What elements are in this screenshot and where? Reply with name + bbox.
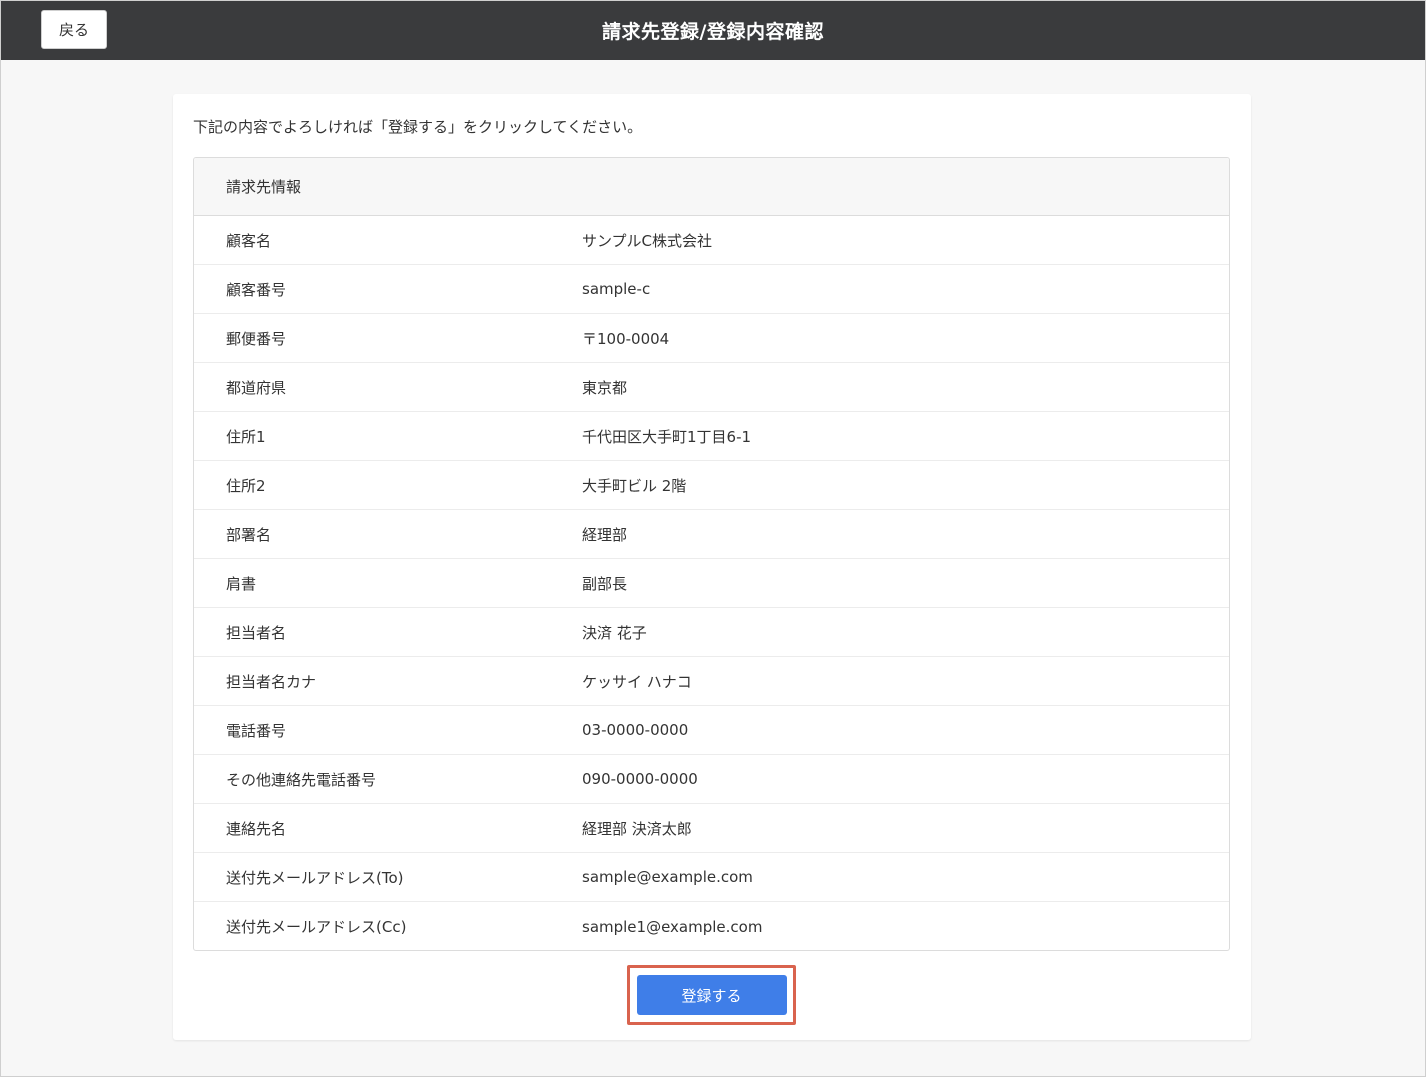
- section-title: 請求先情報: [194, 158, 1229, 216]
- field-value: sample@example.com: [582, 868, 753, 886]
- field-label: 顧客名: [226, 231, 272, 250]
- page-title: 請求先登録/登録内容確認: [602, 21, 824, 43]
- back-button[interactable]: 戻る: [41, 10, 107, 49]
- confirmation-card: 下記の内容でよろしければ「登録する」をクリックしてください。 請求先情報 顧客名…: [173, 94, 1251, 1040]
- table-row: 送付先メールアドレス(To) sample@example.com: [194, 853, 1229, 902]
- billing-info-table: 請求先情報 顧客名 サンプルC株式会社顧客番号 sample-c 郵便番号 〒100-0…: [193, 157, 1230, 951]
- field-label: 都道府県: [226, 378, 287, 397]
- field-label: その他連絡先電話番号: [226, 770, 377, 789]
- field-value: 千代田区大手町1丁目6-1: [582, 427, 752, 446]
- table-row: 担当者名カナ ケッサイ ハナコ: [194, 657, 1229, 706]
- field-value: 経理部 決済太郎: [582, 819, 692, 838]
- instruction-text: 下記の内容でよろしければ「登録する」をクリックしてください。: [193, 118, 643, 136]
- table-row: 部署名 経理部: [194, 510, 1229, 559]
- field-label: 郵便番号: [226, 329, 287, 348]
- field-value: 大手町ビル 2階: [582, 476, 687, 495]
- submit-highlight-box: 登録する: [627, 965, 796, 1025]
- field-label: 連絡先名: [226, 819, 287, 838]
- field-value: サンプルC株式会社: [582, 231, 713, 250]
- table-row: 連絡先名 経理部 決済太郎: [194, 804, 1229, 853]
- table-body: 顧客名 サンプルC株式会社顧客番号 sample-c 郵便番号 〒100-0004 都道府…: [194, 216, 1229, 950]
- table-row: 電話番号 03-0000-0000: [194, 706, 1229, 755]
- field-value: sample-c: [582, 280, 651, 298]
- field-label: 住所2: [226, 476, 266, 495]
- table-row: その他連絡先電話番号 090-0000-0000: [194, 755, 1229, 804]
- field-label: 住所1: [226, 427, 266, 446]
- field-value: 決済 花子: [582, 623, 647, 642]
- table-row: 送付先メールアドレス(Cc) sample1@example.com: [194, 902, 1229, 950]
- field-value: sample1@example.com: [582, 917, 763, 936]
- table-row: 郵便番号 〒100-0004: [194, 314, 1229, 363]
- register-button[interactable]: 登録する: [636, 975, 787, 1015]
- table-row: 顧客番号 sample-c: [194, 265, 1229, 314]
- top-bar: 戻る 請求先登録/登録内容確認: [1, 1, 1425, 60]
- field-label: 担当者名カナ: [226, 672, 317, 691]
- field-label: 電話番号: [226, 721, 287, 740]
- field-value: 東京都: [582, 378, 628, 397]
- field-label: 送付先メールアドレス(Cc): [226, 918, 407, 936]
- table-row: 顧客名 サンプルC株式会社: [194, 216, 1229, 265]
- field-value: 〒100-0004: [582, 329, 670, 348]
- field-value: 副部長: [582, 574, 628, 593]
- field-value: ケッサイ ハナコ: [582, 672, 692, 691]
- table-row: 住所1 千代田区大手町1丁目6-1: [194, 412, 1229, 461]
- field-label: 顧客番号: [226, 280, 287, 299]
- table-row: 都道府県 東京都: [194, 363, 1229, 412]
- field-label: 送付先メールアドレス(To): [226, 868, 404, 887]
- field-label: 部署名: [226, 525, 272, 544]
- field-value: 03-0000-0000: [582, 721, 689, 739]
- field-label: 担当者名: [226, 623, 287, 642]
- table-row: 住所2 大手町ビル 2階: [194, 461, 1229, 510]
- field-label: 肩書: [226, 574, 257, 593]
- field-value: 090-0000-0000: [582, 770, 698, 788]
- app-window: 戻る 請求先登録/登録内容確認 下記の内容でよろしければ「登録する」をクリックし…: [0, 0, 1426, 1077]
- table-row: 担当者名 決済 花子: [194, 608, 1229, 657]
- table-row: 肩書 副部長: [194, 559, 1229, 608]
- field-value: 経理部: [582, 525, 628, 544]
